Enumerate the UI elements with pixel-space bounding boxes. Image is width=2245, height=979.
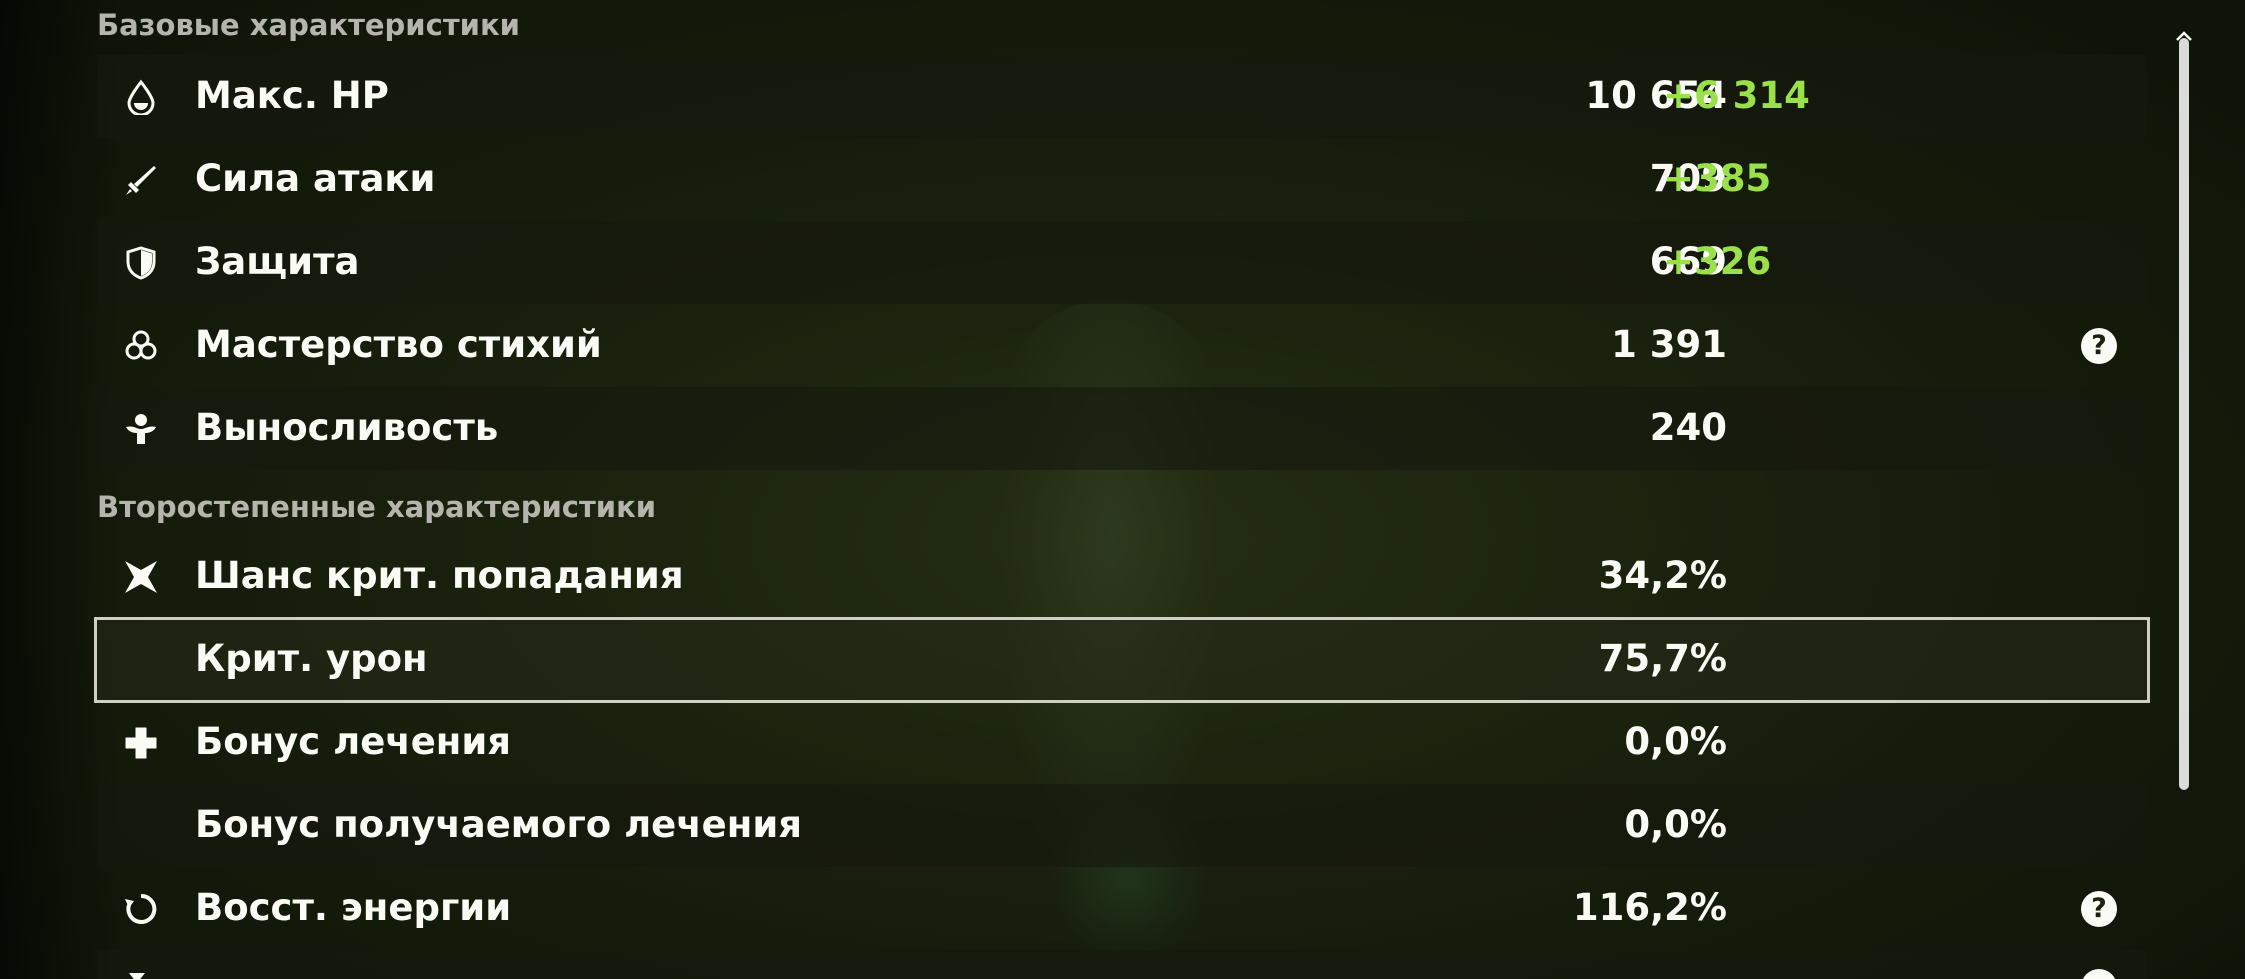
stat-label: Макс. HP	[195, 74, 389, 117]
stamina-icon	[126, 414, 156, 444]
stat-row-elemental-mastery[interactable]: Мастерство стихий 1 391 ?	[97, 304, 2147, 387]
stat-value: 1 391	[1611, 323, 1727, 366]
stat-label: Мастерство стихий	[195, 323, 602, 366]
shield-icon	[126, 246, 156, 280]
scrollbar-thumb[interactable]	[2179, 38, 2189, 790]
stat-value: 34,2%	[1598, 554, 1727, 597]
stat-label: Бонус лечения	[195, 720, 512, 763]
stat-row-partial[interactable]	[97, 950, 2147, 979]
stat-value: 0,0%	[1624, 720, 1727, 763]
stat-row-healing-bonus[interactable]: Бонус лечения 0,0%	[97, 701, 2147, 784]
stat-row-stamina[interactable]: Выносливость 240	[97, 387, 2147, 470]
stat-label: Бонус получаемого лечения	[195, 803, 803, 846]
stat-row-crit-rate[interactable]: Шанс крит. попадания 34,2%	[97, 535, 2147, 618]
help-icon[interactable]	[2081, 969, 2117, 979]
stat-bonus: +326	[1663, 240, 1772, 283]
sword-icon	[126, 166, 156, 195]
stat-label: Восст. энергии	[195, 886, 512, 929]
stat-label: Сила атаки	[195, 157, 436, 200]
stat-label: Выносливость	[195, 406, 499, 449]
stat-value: 116,2%	[1572, 886, 1727, 929]
base-stats-heading: Базовые характеристики	[97, 8, 520, 42]
stat-row-max-hp[interactable]: Макс. HP 10 654 +6 314	[97, 55, 2147, 138]
hp-drop-icon	[127, 79, 155, 115]
stat-row-incoming-healing[interactable]: Бонус получаемого лечения 0,0%	[97, 784, 2147, 867]
partial-row-icon	[129, 973, 145, 979]
stat-label: Крит. урон	[195, 637, 428, 680]
help-icon[interactable]: ?	[2081, 328, 2117, 364]
energy-recharge-icon	[125, 893, 157, 924]
stat-label: Защита	[195, 240, 360, 283]
stats-panel: Базовые характеристики Макс. HP 10 654 +…	[94, 0, 2150, 979]
stat-value: 75,7%	[1598, 637, 1727, 680]
secondary-stats-heading: Второстепенные характеристики	[97, 490, 657, 524]
stat-bonus: +6 314	[1663, 74, 1810, 117]
healing-cross-icon	[125, 727, 157, 759]
elemental-mastery-icon	[125, 330, 157, 360]
stat-row-crit-damage[interactable]: Крит. урон 75,7%	[94, 617, 2150, 703]
stat-value: 240	[1649, 406, 1727, 449]
stat-value: 0,0%	[1624, 803, 1727, 846]
help-icon[interactable]: ?	[2081, 891, 2117, 927]
stat-label: Шанс крит. попадания	[195, 554, 684, 597]
stat-row-attack[interactable]: Сила атаки 709 +385	[97, 138, 2147, 221]
crit-rate-icon	[125, 561, 157, 593]
stat-row-energy-recharge[interactable]: Восст. энергии 116,2% ?	[97, 867, 2147, 950]
stat-row-defense[interactable]: Защита 669 +326	[97, 221, 2147, 304]
stat-bonus: +385	[1663, 157, 1772, 200]
